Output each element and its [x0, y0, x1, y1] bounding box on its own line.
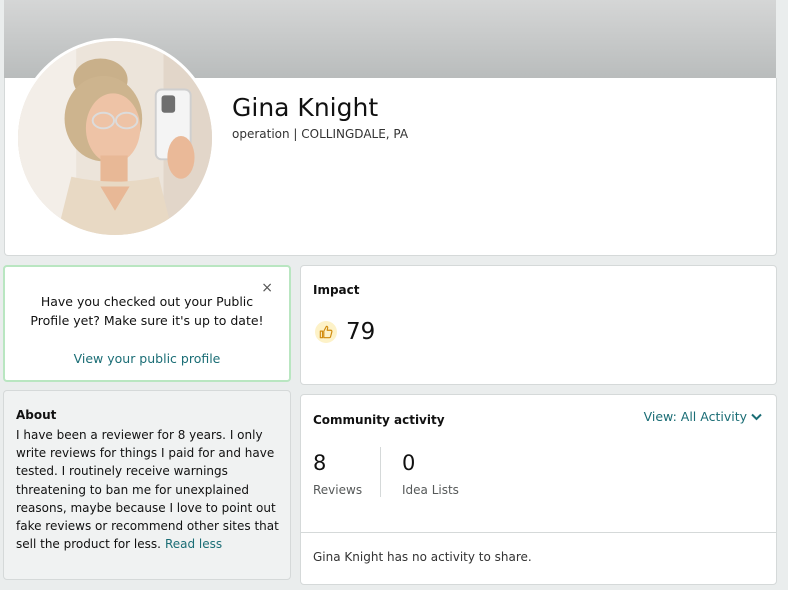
idea-lists-count[interactable]: 0 [402, 451, 415, 475]
profile-subtitle: operation | COLLINGDALE, PA [232, 127, 409, 141]
divider [301, 532, 776, 533]
stat-divider [380, 447, 381, 497]
about-body: I have been a reviewer for 8 years. I on… [16, 426, 284, 553]
impact-card: Impact 79 [300, 265, 777, 385]
avatar-image [18, 41, 212, 235]
view-public-profile-link[interactable]: View your public profile [5, 351, 289, 366]
view-filter-dropdown[interactable]: View: All Activity [644, 409, 762, 424]
profile-name: Gina Knight [232, 93, 379, 122]
view-filter-label: View: [643, 409, 677, 424]
promo-message: Have you checked out your Public Profile… [30, 294, 264, 328]
reviews-count[interactable]: 8 [313, 451, 326, 475]
impact-title: Impact [313, 283, 360, 297]
read-less-link[interactable]: Read less [165, 537, 222, 551]
chevron-down-icon [751, 413, 762, 420]
about-card: About I have been a reviewer for 8 years… [3, 390, 291, 580]
community-title: Community activity [313, 413, 445, 427]
impact-value: 79 [346, 319, 376, 345]
community-activity-card: Community activity View: All Activity 8 … [300, 394, 777, 585]
view-filter-value: All Activity [680, 409, 747, 424]
reviews-label: Reviews [313, 483, 363, 497]
empty-activity-message: Gina Knight has no activity to share. [313, 550, 532, 564]
idea-lists-label: Idea Lists [402, 483, 459, 497]
about-text: I have been a reviewer for 8 years. I on… [16, 428, 279, 552]
about-title: About [16, 408, 57, 422]
public-profile-promo-card: × Have you checked out your Public Profi… [3, 265, 291, 382]
thumbs-up-icon [315, 321, 337, 343]
avatar [15, 38, 215, 238]
